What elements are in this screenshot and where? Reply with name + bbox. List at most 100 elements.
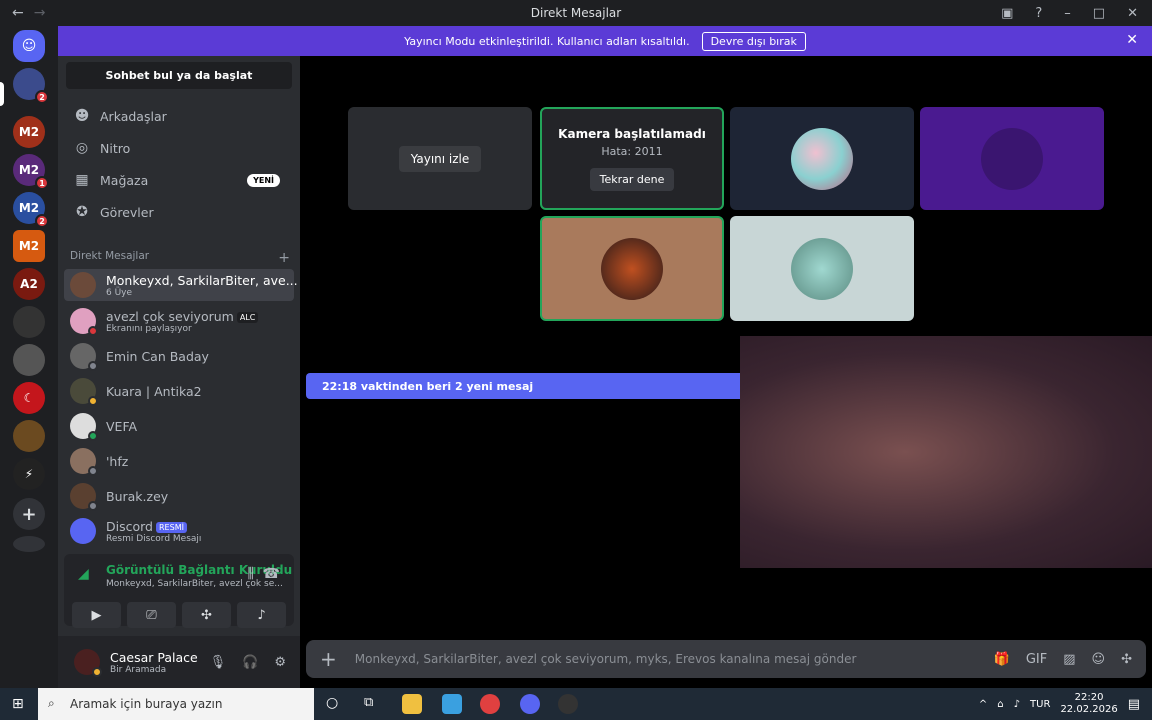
avatar: [981, 127, 1043, 190]
disable-button[interactable]: Devre dışı bırak: [701, 31, 806, 51]
apps-icon[interactable]: ✣: [1121, 652, 1132, 667]
taskbar: ⊞ ⌕ Aramak için buraya yazın ○ ⧉ ^ ⌂ ♪ T…: [0, 688, 1152, 720]
server-icon-4[interactable]: M2 2: [13, 192, 49, 228]
settings-gear-icon[interactable]: ⚙: [274, 655, 286, 670]
dm-item[interactable]: Discord RESMİ Resmi Discord Mesajı: [64, 515, 294, 547]
home-button[interactable]: ☺: [13, 30, 45, 62]
server-icon-10[interactable]: [13, 420, 45, 452]
server-icon-8[interactable]: [13, 344, 45, 376]
server-list: ☺ 2 M2 M2 1 M2 2 M2 A2 ☾ ⚡ +: [0, 26, 58, 688]
emoji-icon[interactable]: ☺: [1092, 652, 1106, 667]
banner-text: Yayıncı Modu etkinleştirildi. Kullanıcı …: [404, 34, 690, 48]
dm-item[interactable]: Burak.zey: [64, 480, 294, 512]
webcam-overlay[interactable]: [740, 336, 1152, 568]
maximize-button[interactable]: □: [1093, 6, 1105, 21]
chevron-up-icon[interactable]: ^: [979, 699, 987, 710]
gift-icon[interactable]: 🎁: [994, 652, 1010, 667]
help-icon[interactable]: ?: [1035, 6, 1042, 21]
store-icon: ▦: [75, 172, 89, 188]
avatar: [70, 483, 98, 511]
discord-taskbar-icon[interactable]: [520, 694, 540, 714]
new-messages-bar[interactable]: 22:18 vaktinden beri 2 yeni mesaj: [306, 373, 756, 399]
inbox-icon[interactable]: ▣: [1001, 6, 1013, 21]
notifications-icon[interactable]: ▤: [1128, 697, 1140, 712]
avatar: [70, 272, 96, 298]
voice-buttons: ▶ ⎚ ✣ ♪: [64, 602, 294, 628]
server-icon-7[interactable]: [13, 306, 45, 338]
minimize-button[interactable]: –: [1064, 6, 1071, 21]
nav-store[interactable]: ▦ Mağaza YENİ: [66, 166, 292, 194]
task-view-icon[interactable]: ⧉: [364, 695, 373, 710]
participant-tile[interactable]: [540, 216, 724, 321]
call-area: Yayını izle Kamera başlatılamadı Hata: 2…: [300, 56, 1152, 688]
dm-sidebar: Sohbet bul ya da başlat ☻ Arkadaşlar ◎ Nit…: [58, 56, 300, 688]
nav-nitro[interactable]: ◎ Nitro: [66, 134, 292, 162]
dm-item-group[interactable]: Monkeyxd, SarkilarBiter, ave... 6 Üye: [64, 269, 298, 301]
server-icon-2[interactable]: M2: [13, 116, 45, 148]
server-icon-11[interactable]: ⚡: [13, 458, 45, 490]
sticker-icon[interactable]: ▨: [1063, 652, 1075, 667]
headset-icon[interactable]: 🎧: [242, 655, 258, 670]
title-bar: ← → Direkt Mesajlar ▣ ? – □ ✕: [0, 0, 1152, 26]
windows-start-icon[interactable]: ⊞: [12, 696, 24, 712]
dm-item[interactable]: Emin Can Baday: [64, 340, 294, 372]
participant-tile[interactable]: [730, 107, 914, 210]
avatar[interactable]: [74, 649, 102, 677]
add-dm-icon[interactable]: +: [278, 250, 290, 266]
friends-icon: ☻: [74, 108, 90, 124]
nav-quests[interactable]: ✪ Görevler: [66, 198, 292, 226]
add-server-icon[interactable]: +: [13, 498, 45, 530]
noise-suppression-icon[interactable]: ⫼: [248, 566, 254, 582]
app-icon[interactable]: [558, 694, 578, 714]
server-icon-3[interactable]: M2 1: [13, 154, 49, 190]
watch-stream-button[interactable]: Yayını izle: [398, 145, 482, 172]
file-explorer-icon[interactable]: [402, 694, 422, 714]
add-attachment-icon[interactable]: +: [320, 647, 337, 671]
activities-button[interactable]: ✣: [182, 602, 231, 628]
avatar: [70, 343, 98, 371]
app-icon[interactable]: [442, 694, 462, 714]
language-indicator[interactable]: TUR: [1030, 699, 1050, 710]
dm-item[interactable]: Kuara | Antika2: [64, 375, 294, 407]
banner-close-icon[interactable]: ✕: [1126, 32, 1138, 48]
avatar: [70, 378, 98, 406]
system-tray: ^ ⌂ ♪ TUR 22:20 22.02.2026 ▤: [979, 688, 1140, 720]
soundboard-button[interactable]: ♪: [237, 602, 286, 628]
server-icon-9[interactable]: ☾: [13, 382, 45, 414]
nitro-icon: ◎: [75, 140, 89, 156]
screen-share-button[interactable]: ⎚: [127, 602, 176, 628]
volume-icon[interactable]: ♪: [1014, 699, 1020, 710]
message-input[interactable]: Monkeyxd, SarkilarBiter, avezl çok seviy…: [355, 652, 857, 666]
cortana-icon[interactable]: ○: [326, 695, 338, 711]
dm-header: Direkt Mesajlar +: [70, 250, 290, 266]
gif-icon[interactable]: GIF: [1026, 652, 1047, 667]
dm-item[interactable]: avezl çok seviyorum ALC Ekranını paylaşıyo…: [64, 305, 294, 337]
microphone-icon[interactable]: 🎙: [210, 655, 227, 670]
search-button[interactable]: Sohbet bul ya da başlat: [66, 62, 292, 89]
server-icon-5[interactable]: M2: [13, 230, 45, 262]
message-composer[interactable]: + Monkeyxd, SarkilarBiter, avezl çok sev…: [306, 640, 1146, 678]
camera-error-tile: Kamera başlatılamadı Hata: 2011 Tekrar d…: [540, 107, 724, 210]
window-title: Direkt Mesajlar: [530, 6, 622, 20]
chrome-icon[interactable]: [480, 694, 500, 714]
disconnect-icon[interactable]: ☎: [263, 566, 280, 582]
quests-icon: ✪: [76, 204, 88, 220]
retry-button[interactable]: Tekrar dene: [589, 167, 675, 191]
network-icon[interactable]: ⌂: [997, 699, 1003, 710]
server-icon-1[interactable]: 2: [13, 68, 49, 104]
camera-button[interactable]: ▶: [72, 602, 121, 628]
clock[interactable]: 22:20 22.02.2026: [1060, 692, 1117, 716]
server-icon-6[interactable]: A2: [13, 268, 45, 300]
user-panel: Caesar Palace Bir Aramada 🎙 🎧 ⚙: [58, 636, 300, 688]
new-badge: YENİ: [247, 173, 280, 187]
taskbar-search[interactable]: ⌕ Aramak için buraya yazın: [38, 688, 314, 720]
explore-icon[interactable]: [13, 536, 45, 552]
participant-tile[interactable]: [920, 107, 1104, 210]
nav-friends[interactable]: ☻ Arkadaşlar: [66, 102, 292, 130]
avatar: [791, 237, 853, 300]
participant-tile[interactable]: [730, 216, 914, 321]
dm-item[interactable]: VEFA: [64, 410, 294, 442]
stream-tile[interactable]: Yayını izle: [348, 107, 532, 210]
close-button[interactable]: ✕: [1127, 6, 1138, 21]
dm-item[interactable]: 'hfz: [64, 445, 294, 477]
